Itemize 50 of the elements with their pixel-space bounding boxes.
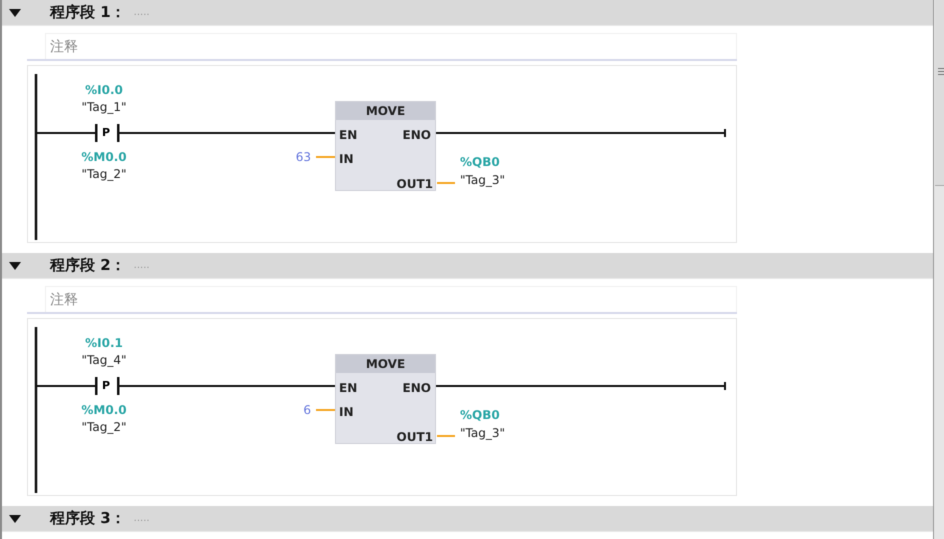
grip-icon — [938, 68, 944, 76]
comment-field[interactable]: 注释 — [45, 286, 737, 312]
tag-name: "Tag_3" — [460, 426, 505, 440]
input-value: 63 — [296, 150, 311, 164]
network-title: 程序段 2： — [50, 256, 126, 275]
network-header[interactable]: 程序段 3： ..... — [2, 506, 933, 532]
rung-wire — [36, 385, 96, 387]
operand-address: %M0.0 — [81, 403, 127, 417]
pin-label: ENO — [402, 128, 431, 142]
rung-wire — [36, 132, 96, 134]
input-value: 6 — [303, 403, 311, 417]
collapse-icon[interactable] — [9, 8, 21, 16]
tag-name: "Tag_4" — [82, 353, 126, 367]
pin-label: EN — [339, 128, 358, 142]
edge-label: P — [102, 126, 110, 140]
edge-label: P — [102, 379, 110, 393]
tag-name: "Tag_3" — [460, 173, 505, 187]
pin-label: OUT1 — [396, 177, 433, 191]
collapse-icon[interactable] — [9, 262, 21, 270]
input-wire — [316, 156, 335, 158]
network-title: 程序段 1： — [50, 3, 126, 22]
network-header[interactable]: 程序段 2： ..... — [2, 253, 933, 279]
box-title: MOVE — [336, 102, 435, 120]
input-wire — [316, 409, 335, 411]
move-box[interactable]: MOVE EN ENO IN OUT1 — [335, 354, 436, 444]
pin-label: OUT1 — [396, 430, 433, 444]
operand-address: %QB0 — [460, 155, 500, 169]
tag-name: "Tag_2" — [82, 167, 126, 181]
scrollbar[interactable] — [933, 0, 944, 539]
comment-field[interactable]: 注释 — [45, 33, 737, 59]
operand-address: %I0.1 — [85, 336, 123, 350]
pin-label: EN — [339, 381, 358, 395]
pin-label: IN — [339, 405, 354, 419]
tag-name: "Tag_1" — [82, 100, 126, 114]
tag-name: "Tag_2" — [82, 420, 126, 434]
output-wire — [437, 435, 455, 437]
network-title: 程序段 3： — [50, 509, 126, 528]
move-box[interactable]: MOVE EN ENO IN OUT1 — [335, 101, 436, 191]
pin-label: ENO — [402, 381, 431, 395]
network-header[interactable]: 程序段 1： ..... — [2, 0, 933, 26]
scroll-thumb[interactable] — [935, 0, 944, 186]
operand-address: %QB0 — [460, 408, 500, 422]
contact-drawing — [95, 124, 120, 142]
pin-label: IN — [339, 152, 354, 166]
operand-address: %M0.0 — [81, 150, 127, 164]
operand-address: %I0.0 — [85, 83, 123, 97]
collapse-icon[interactable] — [9, 514, 21, 522]
output-wire — [437, 182, 455, 184]
contact-drawing — [95, 377, 120, 395]
box-title: MOVE — [336, 355, 435, 373]
